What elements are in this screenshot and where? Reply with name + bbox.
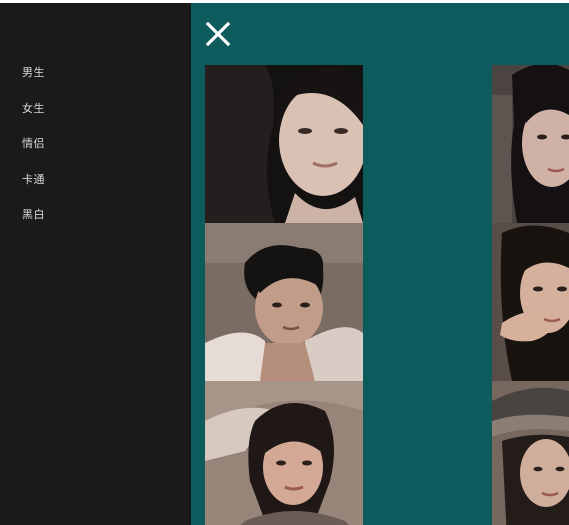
- close-icon: [205, 21, 231, 47]
- avatar-photo[interactable]: [205, 381, 363, 525]
- avatar-photo[interactable]: [205, 223, 363, 381]
- sidebar-item-couples[interactable]: 情侣: [22, 137, 45, 151]
- category-sidebar: 男生 女生 情侣 卡通 黑白: [0, 3, 191, 525]
- photo-column-right: [492, 65, 569, 525]
- avatar-photo[interactable]: [492, 223, 569, 381]
- avatar-photo[interactable]: [492, 65, 569, 223]
- photo-column-left: [205, 65, 363, 525]
- app-frame: 男生 女生 情侣 卡通 黑白: [0, 3, 569, 525]
- sidebar-item-black-white[interactable]: 黑白: [22, 208, 45, 222]
- avatar-photo[interactable]: [205, 65, 363, 223]
- avatar-photo[interactable]: [492, 381, 569, 525]
- close-button[interactable]: [205, 21, 231, 47]
- sidebar-item-cartoon[interactable]: 卡通: [22, 173, 45, 187]
- image-panel: [191, 3, 569, 525]
- sidebar-item-girls[interactable]: 女生: [22, 102, 45, 116]
- category-menu: 男生 女生 情侣 卡通 黑白: [22, 66, 45, 244]
- sidebar-item-boys[interactable]: 男生: [22, 66, 45, 80]
